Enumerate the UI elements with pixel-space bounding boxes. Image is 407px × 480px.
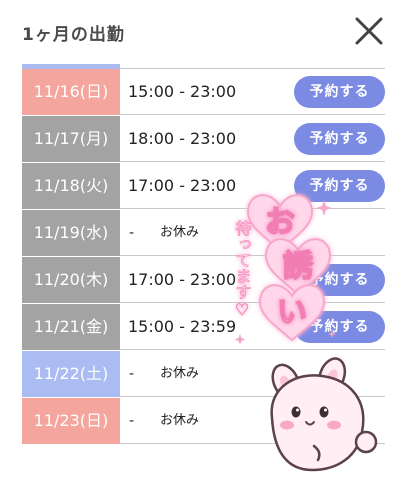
work-hours: 17:00 - 23:00 bbox=[128, 270, 237, 289]
divider bbox=[120, 302, 385, 303]
schedule-row: 11/19(水) - お休み bbox=[22, 210, 385, 256]
date-cell: 11/18(火) bbox=[22, 163, 120, 209]
schedule-row: 11/17(月) 18:00 - 23:00 予約する bbox=[22, 116, 385, 162]
time-dash: - bbox=[129, 413, 135, 429]
schedule-row: 11/18(火) 17:00 - 23:00 予約する bbox=[22, 163, 385, 209]
divider bbox=[120, 161, 385, 162]
work-hours: 15:00 - 23:59 bbox=[128, 317, 237, 336]
work-hours: 17:00 - 23:00 bbox=[128, 176, 237, 195]
modal-header: 1ヶ月の出勤 bbox=[0, 0, 407, 64]
date-cell: 11/19(水) bbox=[22, 210, 120, 256]
close-icon bbox=[355, 17, 383, 45]
day-off-label: お休み bbox=[160, 366, 200, 381]
schedule-list: 11/16(日) 15:00 - 23:00 予約する 11/17(月) 18:… bbox=[22, 64, 385, 480]
reserve-button[interactable]: 予約する bbox=[294, 311, 385, 343]
work-hours: 18:00 - 23:00 bbox=[128, 129, 237, 148]
reserve-button[interactable]: 予約する bbox=[294, 123, 385, 155]
modal-title: 1ヶ月の出勤 bbox=[22, 25, 125, 45]
divider bbox=[120, 208, 385, 209]
date-cell: 11/17(月) bbox=[22, 116, 120, 162]
time-dash: - bbox=[129, 225, 135, 241]
date-cell: 11/21(金) bbox=[22, 304, 120, 350]
date-cell: 11/22(土) bbox=[22, 351, 120, 397]
divider bbox=[120, 396, 385, 397]
work-hours: 15:00 - 23:00 bbox=[128, 82, 237, 101]
schedule-row: 11/22(土) - お休み bbox=[22, 351, 385, 397]
day-off-label: お休み bbox=[160, 413, 200, 428]
date-cell: 11/16(日) bbox=[22, 69, 120, 115]
reserve-button[interactable]: 予約する bbox=[294, 76, 385, 108]
reserve-button[interactable]: 予約する bbox=[294, 170, 385, 202]
divider bbox=[120, 114, 385, 115]
time-dash: - bbox=[129, 366, 135, 382]
schedule-row: 11/23(日) - お休み bbox=[22, 398, 385, 444]
divider bbox=[120, 349, 385, 350]
schedule-row: 11/20(木) 17:00 - 23:00 予約する bbox=[22, 257, 385, 303]
close-button[interactable] bbox=[352, 14, 386, 48]
schedule-row: 11/21(金) 15:00 - 23:59 予約する bbox=[22, 304, 385, 350]
schedule-modal: 1ヶ月の出勤 11/16(日) 15:00 - 23:00 予約する 11/17… bbox=[0, 0, 407, 480]
date-cell: 11/23(日) bbox=[22, 398, 120, 444]
date-cell: 11/20(木) bbox=[22, 257, 120, 303]
schedule-row: 11/16(日) 15:00 - 23:00 予約する bbox=[22, 69, 385, 115]
day-off-label: お休み bbox=[160, 225, 200, 240]
divider bbox=[120, 255, 385, 256]
divider bbox=[120, 443, 385, 444]
reserve-button[interactable]: 予約する bbox=[294, 264, 385, 296]
